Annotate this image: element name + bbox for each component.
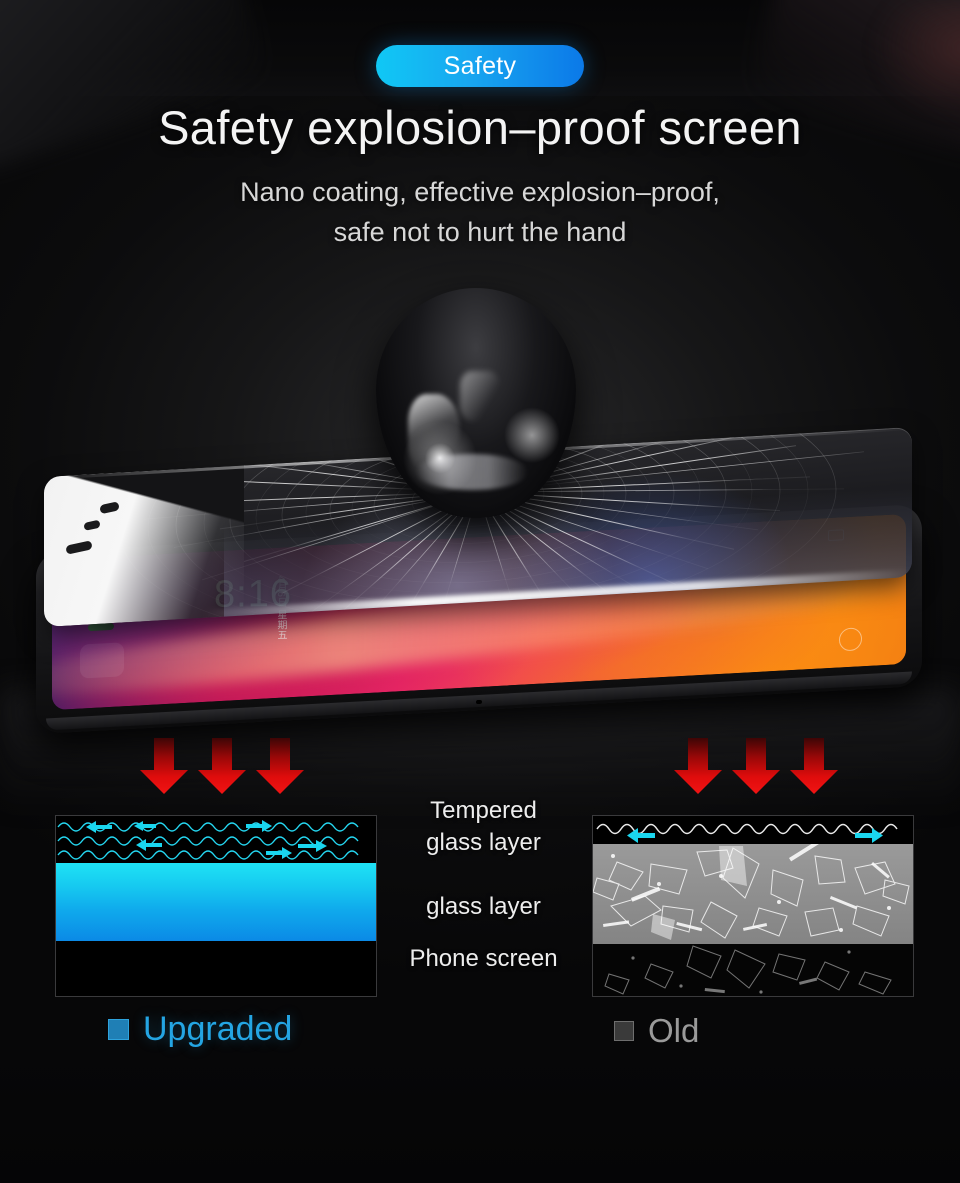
dispersion-arrows — [86, 820, 327, 859]
section-badge-label: Safety — [443, 51, 517, 80]
diagram-panel-upgraded — [55, 815, 377, 997]
upgraded-wave-band — [56, 816, 376, 863]
square-marker-icon — [108, 1018, 129, 1040]
label-tempered-glass-line-1: Tempered — [430, 797, 537, 824]
diagram-panel-old — [592, 815, 914, 997]
page-subtitle-line-1: Nano coating, effective explosion–proof, — [240, 177, 720, 207]
old-phone-screen-layer — [593, 944, 913, 996]
legend-upgraded: Upgraded — [108, 1012, 292, 1046]
hero-illustration: 8:16 4月6日 星期五 — [0, 270, 960, 734]
label-glass-layer: glass layer — [426, 893, 541, 920]
ball-reflection-floor — [416, 453, 528, 491]
upgraded-glass-layer — [56, 863, 376, 941]
label-tempered-glass-line-2: glass layer — [426, 829, 541, 856]
section-badge: Safety — [376, 45, 584, 87]
left-arrow-icon — [627, 828, 655, 843]
phone-widget-block — [80, 642, 124, 679]
left-arrow-icon — [136, 839, 162, 851]
legend-upgraded-label: Upgraded — [143, 1010, 293, 1048]
glass-shards — [593, 844, 910, 940]
page-title: Safety explosion–proof screen — [158, 101, 802, 154]
legend-old: Old — [614, 1014, 699, 1047]
page-subtitle: Nano coating, effective explosion–proof,… — [0, 172, 960, 252]
right-arrow-icon — [298, 840, 327, 852]
background-bottom-shade — [0, 1053, 960, 1183]
old-wave-band — [593, 816, 913, 844]
legend-old-label: Old — [648, 1012, 700, 1049]
old-shattered-glass-layer — [593, 844, 913, 944]
ball-reflection-secondary — [460, 370, 500, 422]
product-feature-banner: Safety Safety explosion–proof screen Nan… — [0, 0, 960, 1183]
label-phone-screen: Phone screen — [409, 945, 558, 972]
right-arrow-icon — [246, 820, 272, 832]
upgraded-phone-screen-layer — [56, 941, 376, 996]
phone-speaker-hole — [476, 699, 482, 705]
fallen-shards — [604, 945, 892, 995]
square-marker-icon — [614, 1020, 634, 1041]
page-subtitle-line-2: safe not to hurt the hand — [333, 217, 627, 247]
label-tempered-glass: Tempered glass layer — [386, 795, 581, 859]
